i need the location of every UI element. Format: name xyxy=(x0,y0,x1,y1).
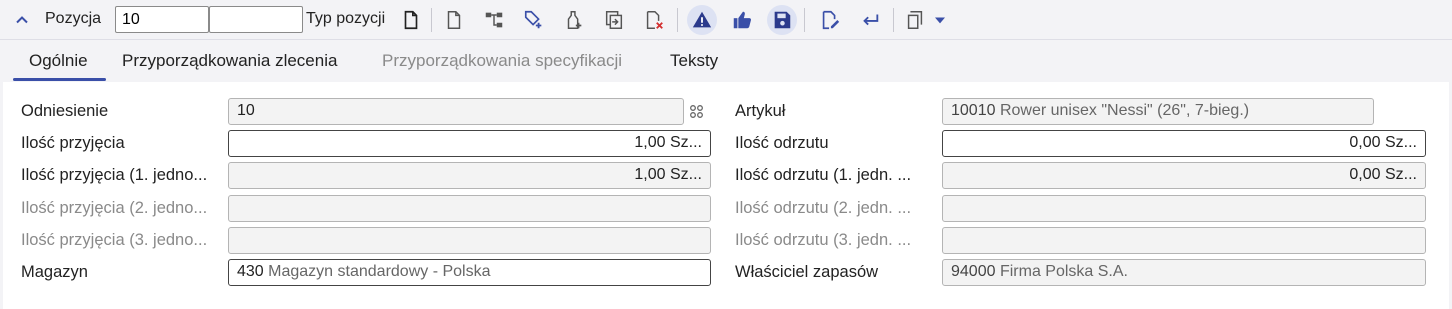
ilosc-przyjecia-2-label: Ilość przyjęcia (2. jedno... xyxy=(21,199,208,217)
ilosc-odrzutu-3-label: Ilość odrzutu (3. jedn. ... xyxy=(735,231,912,249)
magazyn-label: Magazyn xyxy=(21,263,88,281)
ilosc-odrzutu-1-value: 0,00 Sz... xyxy=(1349,166,1417,183)
odniesienie-value: 10 xyxy=(237,102,255,119)
ilosc-odrzutu-field[interactable]: 0,00 Sz... xyxy=(942,130,1426,157)
add-item-icon[interactable] xyxy=(519,5,549,35)
ilosc-odrzutu-2-field xyxy=(942,195,1426,222)
ilosc-odrzutu-1-label: Ilość odrzutu (1. jedn. ... xyxy=(735,166,912,184)
warning-icon[interactable] xyxy=(687,5,717,35)
ilosc-odrzutu-label: Ilość odrzutu xyxy=(735,134,829,152)
tab-przyporzadkowania-zlecenia[interactable]: Przyporządkowania zlecenia xyxy=(122,51,337,71)
artykul-label: Artykuł xyxy=(735,102,786,120)
artykul-code: 10010 xyxy=(951,102,996,119)
magazyn-code: 430 xyxy=(237,263,264,280)
active-tab-indicator xyxy=(13,78,106,81)
ilosc-odrzutu-2-label: Ilość odrzutu (2. jedn. ... xyxy=(735,199,912,217)
artykul-desc: Rower unisex "Nessi" (26", 7-bieg.) xyxy=(999,102,1250,119)
return-icon[interactable] xyxy=(855,5,885,35)
edit-document-icon[interactable] xyxy=(815,5,845,35)
chevron-up-icon[interactable] xyxy=(13,11,31,29)
ilosc-odrzutu-value: 0,00 Sz... xyxy=(1349,134,1417,151)
ilosc-przyjecia-value: 1,00 Sz... xyxy=(634,134,702,151)
tab-teksty[interactable]: Teksty xyxy=(670,51,718,71)
structure-tree-icon[interactable] xyxy=(479,5,509,35)
form-panel: Odniesienie 10 Ilość przyjęcia 1,00 Sz..… xyxy=(3,82,1449,309)
add-bottle-icon[interactable] xyxy=(559,5,589,35)
pozycja-label: Pozycja xyxy=(45,10,102,27)
ilosc-przyjecia-1-value: 1,00 Sz... xyxy=(634,166,702,183)
toolbar-separator xyxy=(677,8,678,32)
lookup-icon[interactable] xyxy=(689,104,705,120)
tab-bar: Ogólnie Przyporządkowania zlecenia Przyp… xyxy=(0,40,1452,82)
toolbar-separator xyxy=(893,8,894,32)
wlasciciel-code: 94000 xyxy=(951,263,996,280)
print-icon[interactable] xyxy=(900,5,930,35)
magazyn-field[interactable]: 430 Magazyn standardowy - Polska xyxy=(228,259,711,286)
save-icon[interactable] xyxy=(767,5,797,35)
ilosc-przyjecia-1-field: 1,00 Sz... xyxy=(228,162,711,189)
ilosc-przyjecia-2-field xyxy=(228,195,711,222)
pozycja-input[interactable] xyxy=(115,6,209,33)
tab-ogolnie[interactable]: Ogólnie xyxy=(29,51,88,71)
toolbar-separator xyxy=(804,8,805,32)
artykul-field: 10010 Rower unisex "Nessi" (26", 7-bieg.… xyxy=(942,98,1374,125)
toolbar: Pozycja Typ pozycji xyxy=(0,0,1452,40)
ilosc-odrzutu-1-field: 0,00 Sz... xyxy=(942,162,1426,189)
ilosc-przyjecia-field[interactable]: 1,00 Sz... xyxy=(228,130,711,157)
wlasciciel-zapasow-field: 94000 Firma Polska S.A. xyxy=(942,259,1426,286)
delete-document-icon[interactable] xyxy=(639,5,669,35)
toolbar-separator xyxy=(431,8,432,32)
new-document-icon[interactable] xyxy=(439,5,469,35)
tab-przyporzadkowania-specyfikacji: Przyporządkowania specyfikacji xyxy=(382,51,622,70)
copy-into-icon[interactable] xyxy=(599,5,629,35)
odniesienie-label: Odniesienie xyxy=(21,102,109,120)
ilosc-przyjecia-3-label: Ilość przyjęcia (3. jedno... xyxy=(21,231,208,249)
wlasciciel-zapasow-label: Właściciel zapasów xyxy=(735,263,879,281)
ilosc-przyjecia-1-label: Ilość przyjęcia (1. jedno... xyxy=(21,166,208,184)
chevron-down-icon[interactable] xyxy=(930,5,950,35)
ilosc-odrzutu-3-field xyxy=(942,227,1426,254)
wlasciciel-desc: Firma Polska S.A. xyxy=(999,263,1128,280)
magazyn-desc: Magazyn standardowy - Polska xyxy=(268,263,491,280)
typ-pozycji-label: Typ pozycji xyxy=(306,10,386,27)
thumbs-up-icon[interactable] xyxy=(727,5,757,35)
document-icon[interactable] xyxy=(396,5,426,35)
odniesienie-field: 10 xyxy=(228,98,684,125)
pozycja-second-input[interactable] xyxy=(209,6,303,33)
ilosc-przyjecia-3-field xyxy=(228,227,711,254)
ilosc-przyjecia-label: Ilość przyjęcia xyxy=(21,134,125,152)
